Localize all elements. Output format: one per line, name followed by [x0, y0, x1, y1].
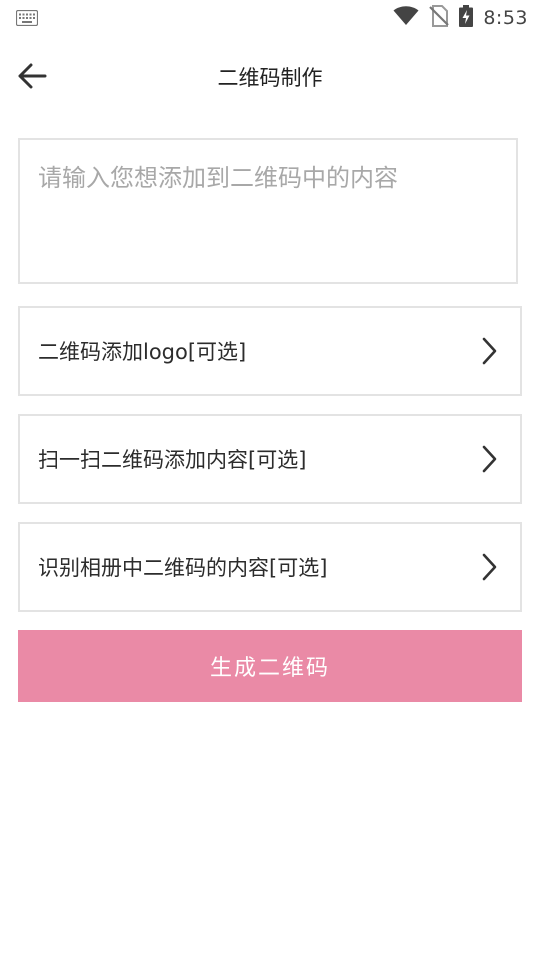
app-bar: 二维码制作 [0, 36, 540, 120]
status-time: 8:53 [483, 7, 528, 29]
chevron-right-icon [482, 445, 497, 473]
wifi-icon [393, 6, 419, 30]
option-label: 识别相册中二维码的内容[可选] [38, 556, 328, 580]
no-sim-icon [429, 5, 450, 31]
page-title: 二维码制作 [217, 66, 323, 90]
generate-qr-button[interactable]: 生成二维码 [18, 630, 522, 702]
status-bar: 8:53 [0, 0, 540, 36]
chevron-right-icon [482, 553, 497, 581]
battery-charging-icon [459, 5, 474, 31]
option-label: 二维码添加logo[可选] [38, 340, 247, 364]
qr-content-input[interactable] [18, 138, 518, 284]
option-add-logo[interactable]: 二维码添加logo[可选] [18, 306, 522, 396]
option-scan-add-content[interactable]: 扫一扫二维码添加内容[可选] [18, 414, 522, 504]
option-recognize-album[interactable]: 识别相册中二维码的内容[可选] [18, 522, 522, 612]
option-label: 扫一扫二维码添加内容[可选] [38, 448, 307, 472]
keyboard-icon [15, 9, 39, 27]
chevron-right-icon [482, 337, 497, 365]
